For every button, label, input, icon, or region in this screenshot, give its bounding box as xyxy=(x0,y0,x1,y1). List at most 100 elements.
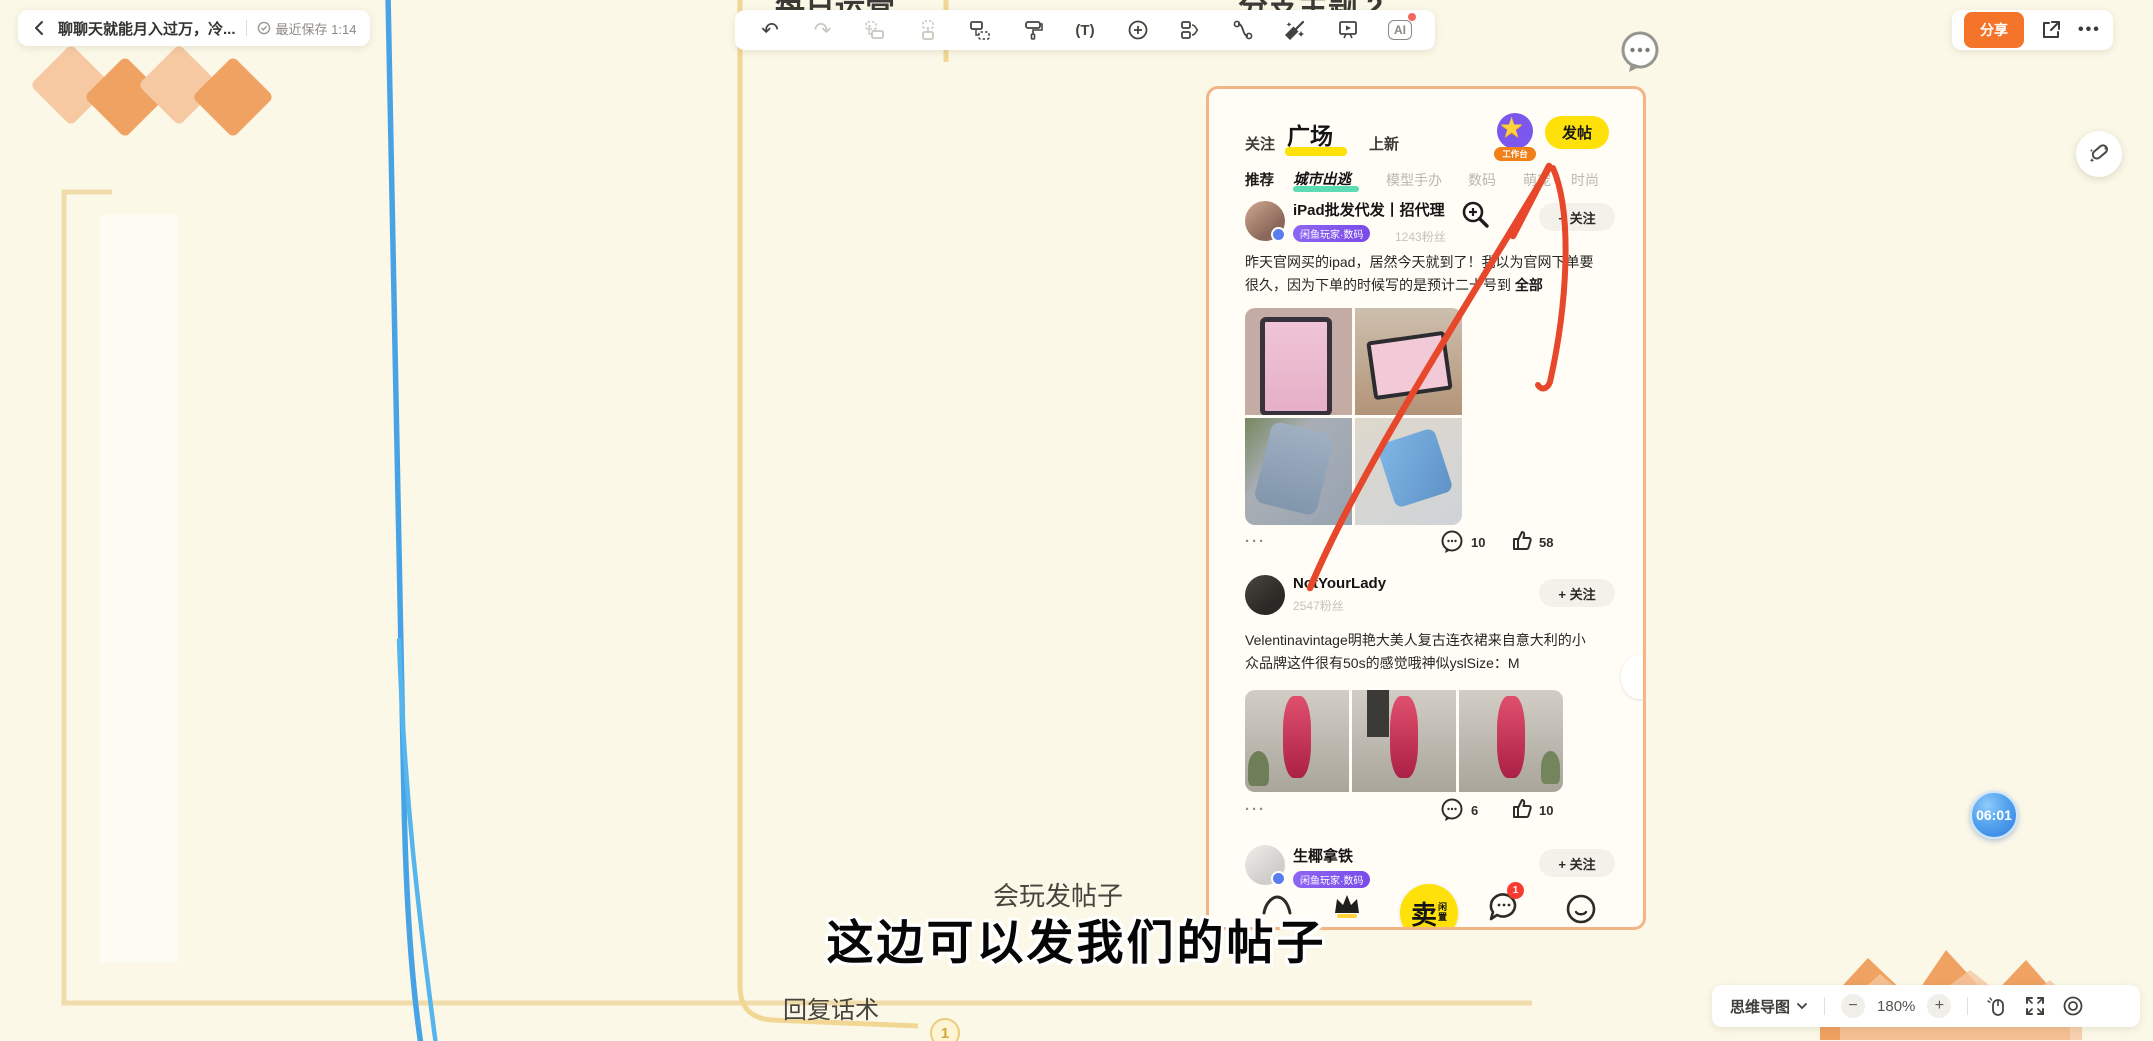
post-image[interactable] xyxy=(1352,690,1456,792)
message-badge: 1 xyxy=(1507,882,1524,899)
follower-count: 1243粉丝 xyxy=(1395,228,1446,245)
follow-button[interactable]: + 关注 xyxy=(1539,579,1615,607)
node-count-badge[interactable]: 1 xyxy=(930,1018,960,1041)
post-image-grid[interactable] xyxy=(1245,308,1462,525)
divider xyxy=(246,20,247,36)
save-status: 最近保存 1:14 xyxy=(257,19,357,38)
comment-icon[interactable] xyxy=(1439,529,1465,555)
cat-models[interactable]: 模型手办 xyxy=(1386,170,1442,190)
author-level-badge: 闲鱼玩家·数码 xyxy=(1293,225,1370,242)
frame-comment-bubble-icon[interactable] xyxy=(1617,29,1663,75)
saved-check-icon xyxy=(257,21,271,35)
post-more-menu[interactable]: ··· xyxy=(1245,801,1266,818)
presentation-button[interactable] xyxy=(1333,15,1363,45)
post-author[interactable]: 生椰拿铁 xyxy=(1293,845,1353,866)
fullscreen-button[interactable] xyxy=(2022,993,2048,1019)
format-painter-button[interactable] xyxy=(1018,15,1048,45)
follow-button[interactable]: + 关注 xyxy=(1539,849,1615,877)
author-level-badge: 闲鱼玩家·数码 xyxy=(1293,871,1370,888)
like-icon[interactable] xyxy=(1509,527,1535,553)
tab-square[interactable]: 广场 xyxy=(1287,117,1333,151)
post-image-row[interactable] xyxy=(1245,690,1563,792)
post-more-menu[interactable]: ··· xyxy=(1245,533,1266,550)
post-author[interactable]: iPad批发代发丨招代理 xyxy=(1293,199,1445,220)
workbench-button[interactable]: ★ 工作台 xyxy=(1493,113,1537,161)
create-post-button[interactable]: 发帖 xyxy=(1545,116,1609,149)
ai-label: AI xyxy=(1388,20,1412,40)
view-mode-label: 思维导图 xyxy=(1730,996,1790,1017)
node-reply-script[interactable]: 回复话术 xyxy=(783,990,879,1025)
save-status-text: 最近保存 1:14 xyxy=(276,19,357,38)
insert-button[interactable] xyxy=(1123,15,1153,45)
divider xyxy=(1967,997,1968,1015)
focus-view-button[interactable] xyxy=(2060,993,2086,1019)
sell-button[interactable]: 卖 闲置 xyxy=(1400,884,1458,930)
zoom-in-button[interactable]: + xyxy=(1927,994,1951,1018)
post-text: Velentinavintage明艳大美人复古连衣裙来自意大利的小众品牌这件很有… xyxy=(1245,629,1599,675)
like-count: 58 xyxy=(1539,535,1553,550)
post-more-link[interactable]: 全部 xyxy=(1515,277,1543,293)
zoom-level: 180% xyxy=(1877,998,1915,1015)
chevron-down-icon xyxy=(1796,1000,1808,1012)
post-image[interactable] xyxy=(1245,690,1349,792)
comment-count: 10 xyxy=(1471,535,1485,550)
tab-follow[interactable]: 关注 xyxy=(1245,133,1275,154)
view-statusbar: 思维导图 − 180% + xyxy=(1712,985,2140,1027)
sell-sublabel: 闲置 xyxy=(1438,903,1447,923)
star-icon: ★ xyxy=(1499,111,1524,144)
phone-screenshot-frame[interactable]: 关注 广场 上新 ★ 工作台 发帖 推荐 城市出逃 模型手办 数码 萌宠 时尚 … xyxy=(1206,86,1646,930)
mouse-mode-button[interactable] xyxy=(1984,993,2010,1019)
comment-icon[interactable] xyxy=(1439,797,1465,823)
avatar[interactable] xyxy=(1245,575,1285,615)
divider xyxy=(1824,997,1825,1015)
more-menu-button[interactable]: ••• xyxy=(2078,21,2101,39)
undo-button[interactable]: ↶ xyxy=(755,15,785,45)
topright-actions: 分享 ••• xyxy=(1952,10,2113,50)
profile-tab-icon[interactable] xyxy=(1564,893,1598,927)
post-image[interactable] xyxy=(1459,690,1563,792)
tab-new[interactable]: 上新 xyxy=(1369,133,1399,154)
post-image[interactable] xyxy=(1355,418,1462,525)
outline-structure-button[interactable] xyxy=(1175,15,1205,45)
app-canvas: 每日运营 分支主题 2 会玩发帖子 回复话术 1 关注 广场 上新 ★ 工作台 … xyxy=(0,0,2153,1041)
like-icon[interactable] xyxy=(1509,795,1535,821)
text-tool-button[interactable]: (T) xyxy=(1070,15,1100,45)
ai-notification-dot xyxy=(1408,13,1416,21)
post-image[interactable] xyxy=(1245,308,1352,415)
magic-wand-button[interactable] xyxy=(1280,15,1310,45)
follow-button[interactable]: + 关注 xyxy=(1539,203,1615,231)
insert-child-node-button[interactable] xyxy=(965,15,995,45)
sell-label: 卖 xyxy=(1411,895,1437,931)
messages-tab[interactable]: 1 xyxy=(1485,891,1525,927)
cat-city-escape[interactable]: 城市出逃 xyxy=(1293,168,1351,189)
ai-assistant-button[interactable]: AI xyxy=(1385,15,1415,45)
like-count: 10 xyxy=(1539,803,1553,818)
share-button[interactable]: 分享 xyxy=(1964,12,2024,48)
export-link-icon[interactable] xyxy=(2040,19,2062,41)
insert-sibling-node-button[interactable] xyxy=(860,15,890,45)
cat-fashion[interactable]: 时尚 xyxy=(1571,170,1599,190)
zoom-cursor-icon xyxy=(1458,198,1496,236)
document-title[interactable]: 聊聊天就能月入过万，冷... xyxy=(58,18,236,39)
crown-play-tab-icon[interactable] xyxy=(1331,891,1363,921)
follower-count: 2547粉丝 xyxy=(1293,597,1344,614)
view-mode-select[interactable]: 思维导图 xyxy=(1730,996,1808,1017)
cat-digital[interactable]: 数码 xyxy=(1468,170,1496,190)
back-icon[interactable] xyxy=(32,20,48,36)
video-subtitle: 这边可以发我们的帖子 xyxy=(827,904,1327,973)
insert-parent-node-button[interactable] xyxy=(913,15,943,45)
post-author[interactable]: NotYourLady xyxy=(1293,575,1386,592)
zoom-out-button[interactable]: − xyxy=(1841,994,1865,1018)
magic-eraser-button[interactable] xyxy=(2076,131,2122,177)
post-image[interactable] xyxy=(1355,308,1462,415)
cat-pets[interactable]: 萌宠 xyxy=(1523,170,1551,190)
post-image[interactable] xyxy=(1245,418,1352,525)
cat-recommend[interactable]: 推荐 xyxy=(1245,169,1274,190)
main-toolbar: ↶ ↷ (T) AI xyxy=(735,10,1435,50)
redo-button[interactable]: ↷ xyxy=(808,15,838,45)
comment-count: 6 xyxy=(1471,803,1478,818)
carousel-hint xyxy=(1621,655,1646,699)
relation-line-button[interactable] xyxy=(1228,15,1258,45)
document-header: 聊聊天就能月入过万，冷... 最近保存 1:14 xyxy=(18,10,370,46)
recording-timer[interactable]: 06:01 xyxy=(1970,791,2018,839)
